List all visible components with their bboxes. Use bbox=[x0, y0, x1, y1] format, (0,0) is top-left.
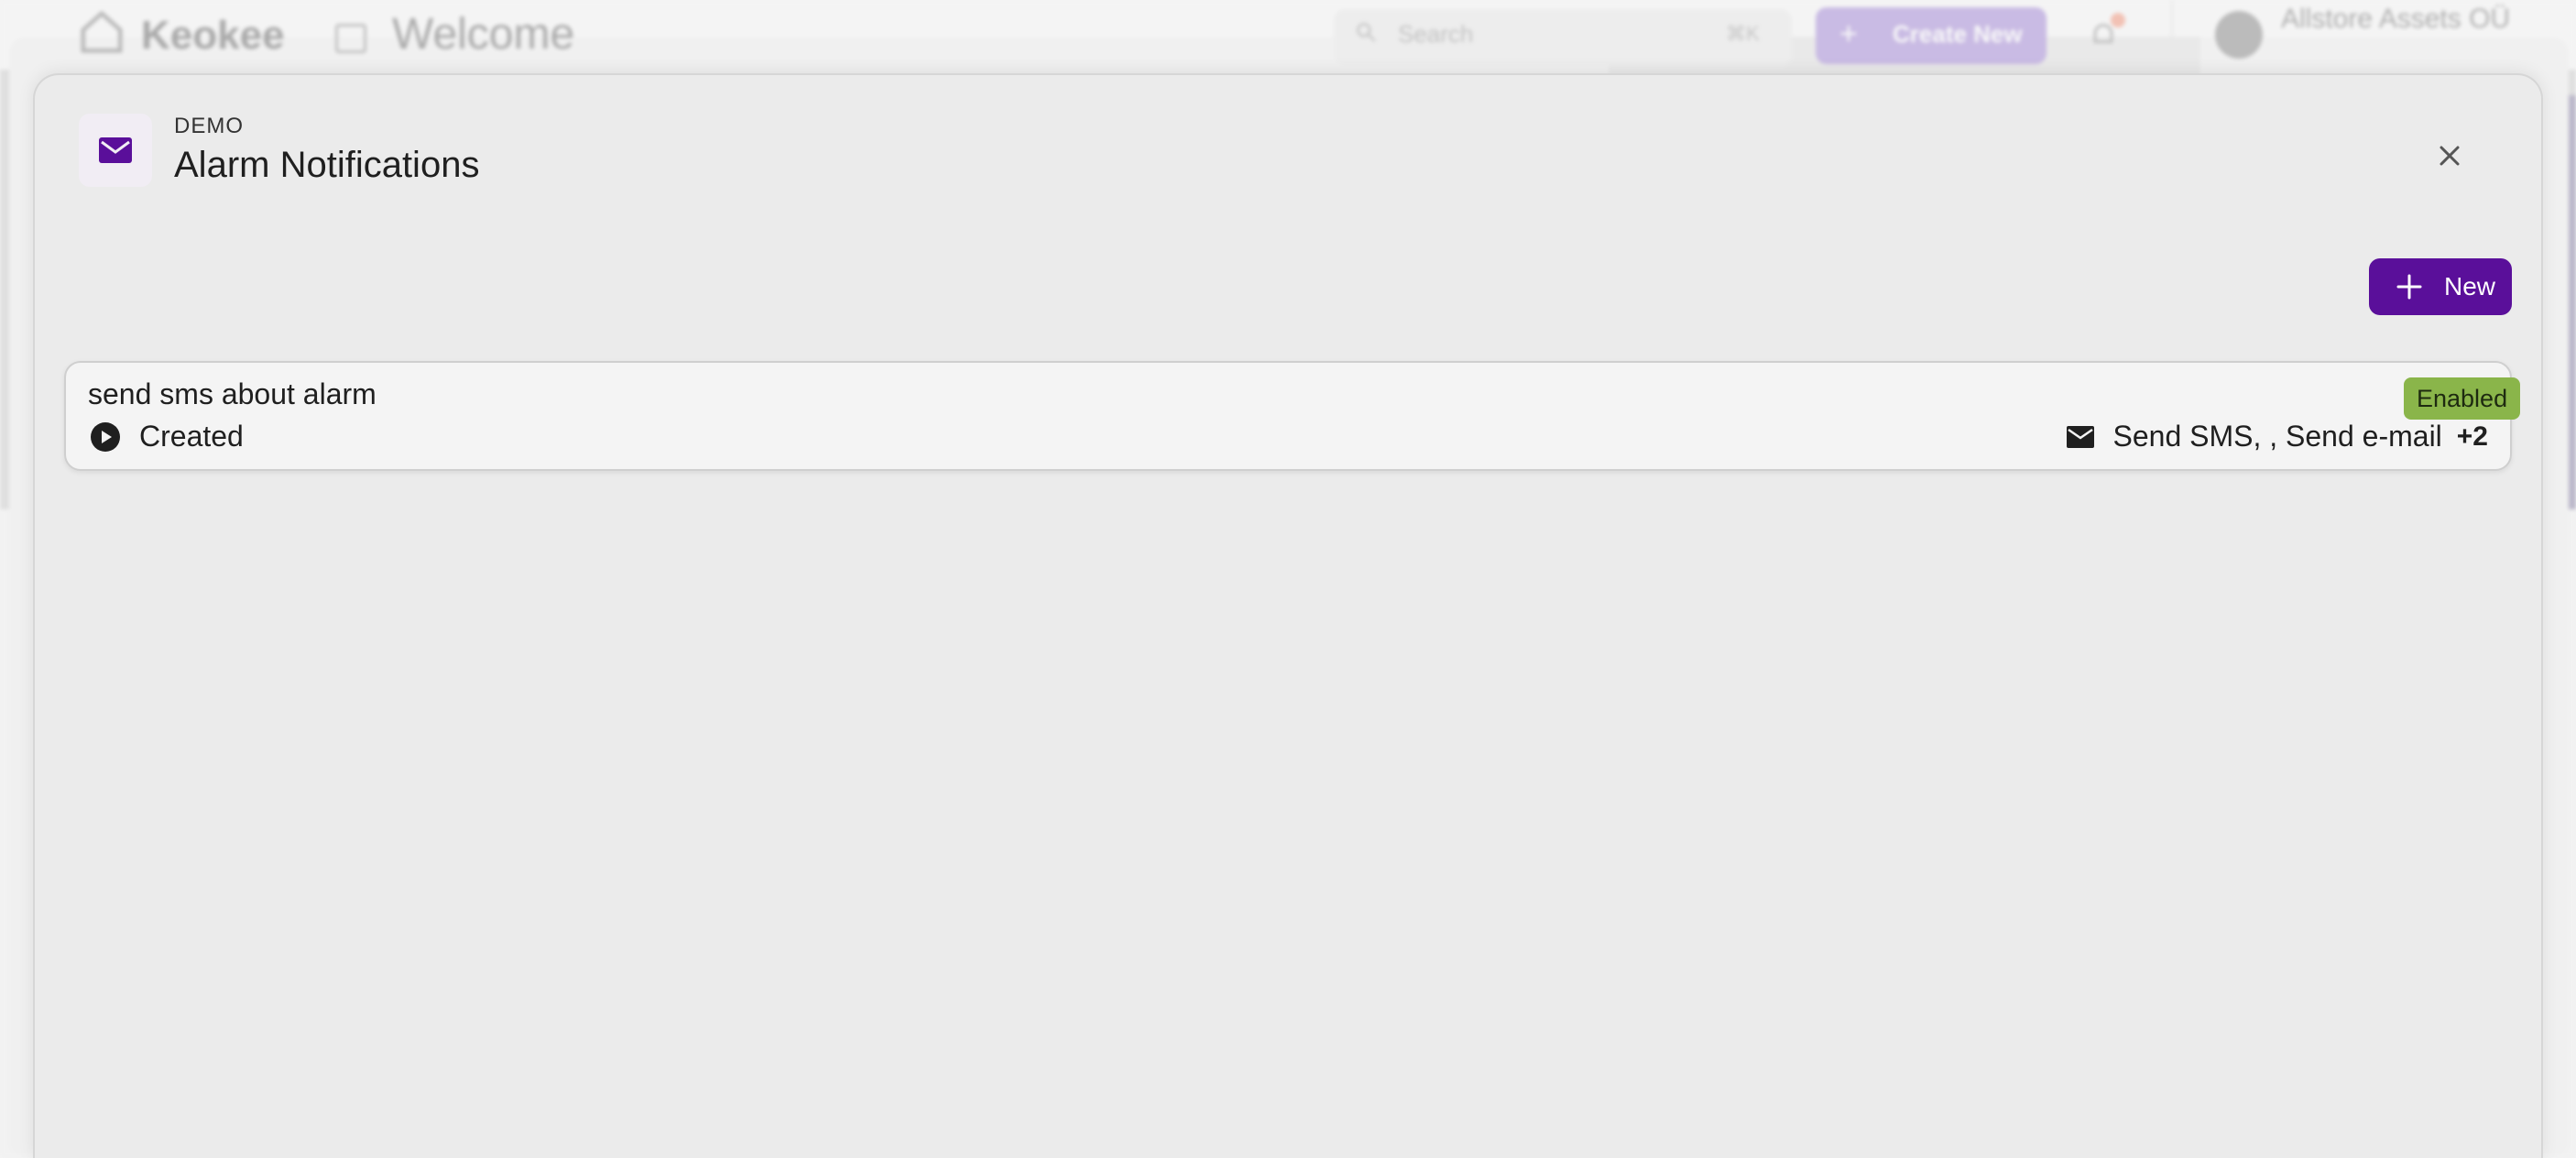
search-shortcut: ⌘K bbox=[1726, 22, 1760, 45]
rule-trigger: Created bbox=[90, 420, 244, 453]
alarm-notifications-modal: DEMO Alarm Notifications New send sms ab… bbox=[33, 73, 2543, 1158]
notification-dot bbox=[2111, 13, 2125, 27]
rule-trigger-label: Created bbox=[139, 420, 244, 453]
plus-icon: + bbox=[1839, 16, 1858, 51]
modal-title: Alarm Notifications bbox=[174, 145, 480, 185]
envelope-icon bbox=[2066, 425, 2094, 448]
modal-eyebrow: DEMO bbox=[174, 114, 244, 138]
envelope-icon bbox=[99, 137, 132, 163]
topbar-divider bbox=[2171, 0, 2173, 70]
new-notification-button[interactable]: New bbox=[2369, 258, 2512, 315]
more-actions-count: +2 bbox=[2456, 421, 2488, 452]
organization-name: Allstore Assets OÜ bbox=[2281, 4, 2511, 34]
rule-name: send sms about alarm bbox=[88, 377, 377, 410]
status-badge: Enabled bbox=[2404, 377, 2521, 420]
close-button[interactable] bbox=[2429, 136, 2470, 176]
close-icon bbox=[2440, 146, 2460, 166]
rule-actions-label: Send SMS, , Send e-mail bbox=[2112, 420, 2442, 453]
background-page-title: Welcome bbox=[392, 10, 575, 59]
rule-actions: Send SMS, , Send e-mail +2 bbox=[2066, 420, 2488, 453]
background-create-label: Create New bbox=[1893, 20, 2023, 48]
avatar bbox=[2215, 11, 2263, 59]
app-logo-text: Keokee bbox=[141, 13, 285, 58]
notification-rule-card[interactable]: send sms about alarm Created Enabled Sen… bbox=[64, 361, 2521, 471]
play-circle-icon bbox=[91, 421, 120, 452]
search-icon bbox=[1354, 20, 1378, 44]
new-button-label: New bbox=[2444, 272, 2496, 300]
home-logo-icon bbox=[77, 7, 126, 57]
modal-icon-box bbox=[79, 114, 152, 187]
page-icon bbox=[335, 24, 366, 53]
plus-icon bbox=[2396, 274, 2422, 300]
background-search-placeholder: Search bbox=[1398, 20, 1474, 48]
